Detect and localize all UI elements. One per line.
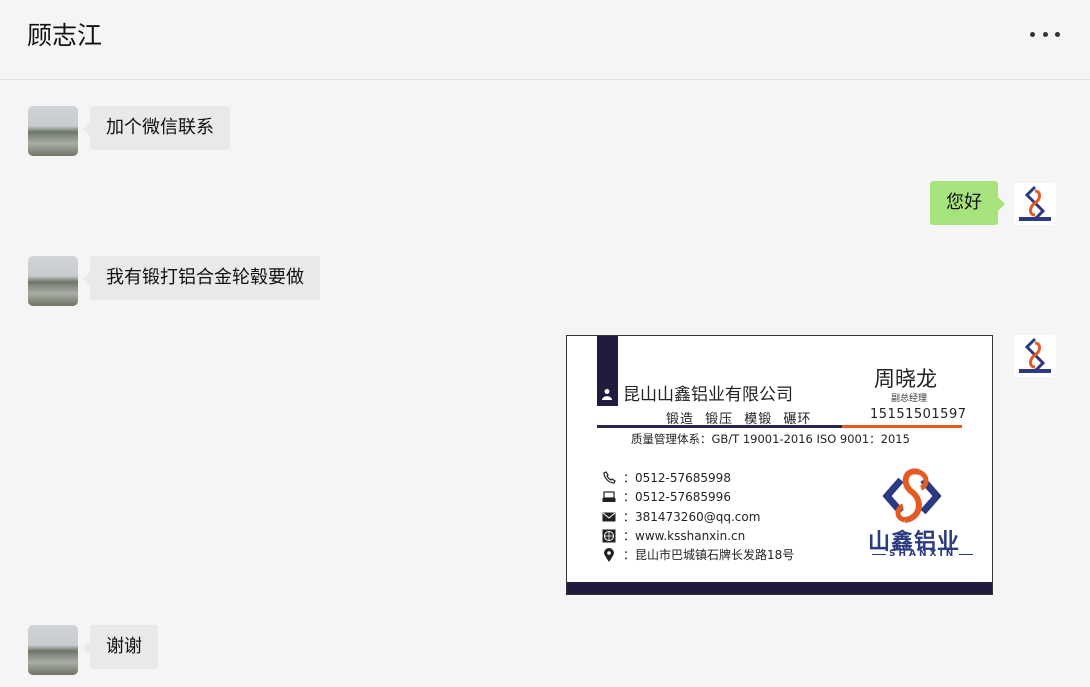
- mobile-number: 15151501597: [870, 407, 967, 422]
- logo-brand-sub: SHANXIN: [869, 549, 976, 559]
- contact-address: ：昆山市巴城镇石牌长发路18号: [601, 546, 794, 563]
- contact-phone: ：0512-57685998: [601, 469, 731, 486]
- contact-website: ：www.ksshanxin.cn: [601, 527, 745, 544]
- person-icon: [602, 389, 612, 400]
- contact-avatar[interactable]: [28, 106, 78, 156]
- contact-avatar[interactable]: [28, 625, 78, 675]
- message-bubble-outgoing[interactable]: 您好: [930, 181, 1005, 225]
- mail-icon: [601, 509, 617, 525]
- person-title: 副总经理: [891, 394, 928, 404]
- company-name: 昆山山鑫铝业有限公司: [623, 385, 793, 405]
- person-name: 周晓龙: [874, 367, 937, 391]
- chat-header: 顾志江: [0, 0, 1090, 80]
- card-bottom-bar: [567, 582, 992, 594]
- contact-email: ：381473260@qq.com: [601, 508, 760, 525]
- location-pin-icon: [601, 547, 617, 563]
- contact-avatar[interactable]: [28, 256, 78, 306]
- my-avatar[interactable]: [1014, 183, 1056, 225]
- more-options-icon[interactable]: [1030, 22, 1060, 46]
- my-avatar[interactable]: [1014, 335, 1056, 377]
- divider-dark: [597, 425, 842, 428]
- message-bubble-incoming[interactable]: 谢谢: [83, 625, 158, 669]
- message-bubble-incoming[interactable]: 我有锻打铝合金轮毂要做: [83, 256, 320, 300]
- globe-icon: [601, 528, 617, 544]
- business-card-image[interactable]: 昆山山鑫铝业有限公司 周晓龙 副总经理 锻造 锻压 模锻 碾环 15151501…: [566, 335, 993, 595]
- shanxin-logo-icon: [883, 468, 941, 523]
- contact-fax: ：0512-57685996: [601, 488, 731, 505]
- quality-certification: 质量管理体系：GB/T 19001-2016 ISO 9001：2015: [631, 432, 910, 446]
- phone-icon: [601, 470, 617, 486]
- message-bubble-incoming[interactable]: 加个微信联系: [83, 106, 230, 150]
- contact-name[interactable]: 顾志江: [27, 16, 102, 52]
- fax-icon: [601, 489, 617, 505]
- divider-orange: [842, 425, 962, 428]
